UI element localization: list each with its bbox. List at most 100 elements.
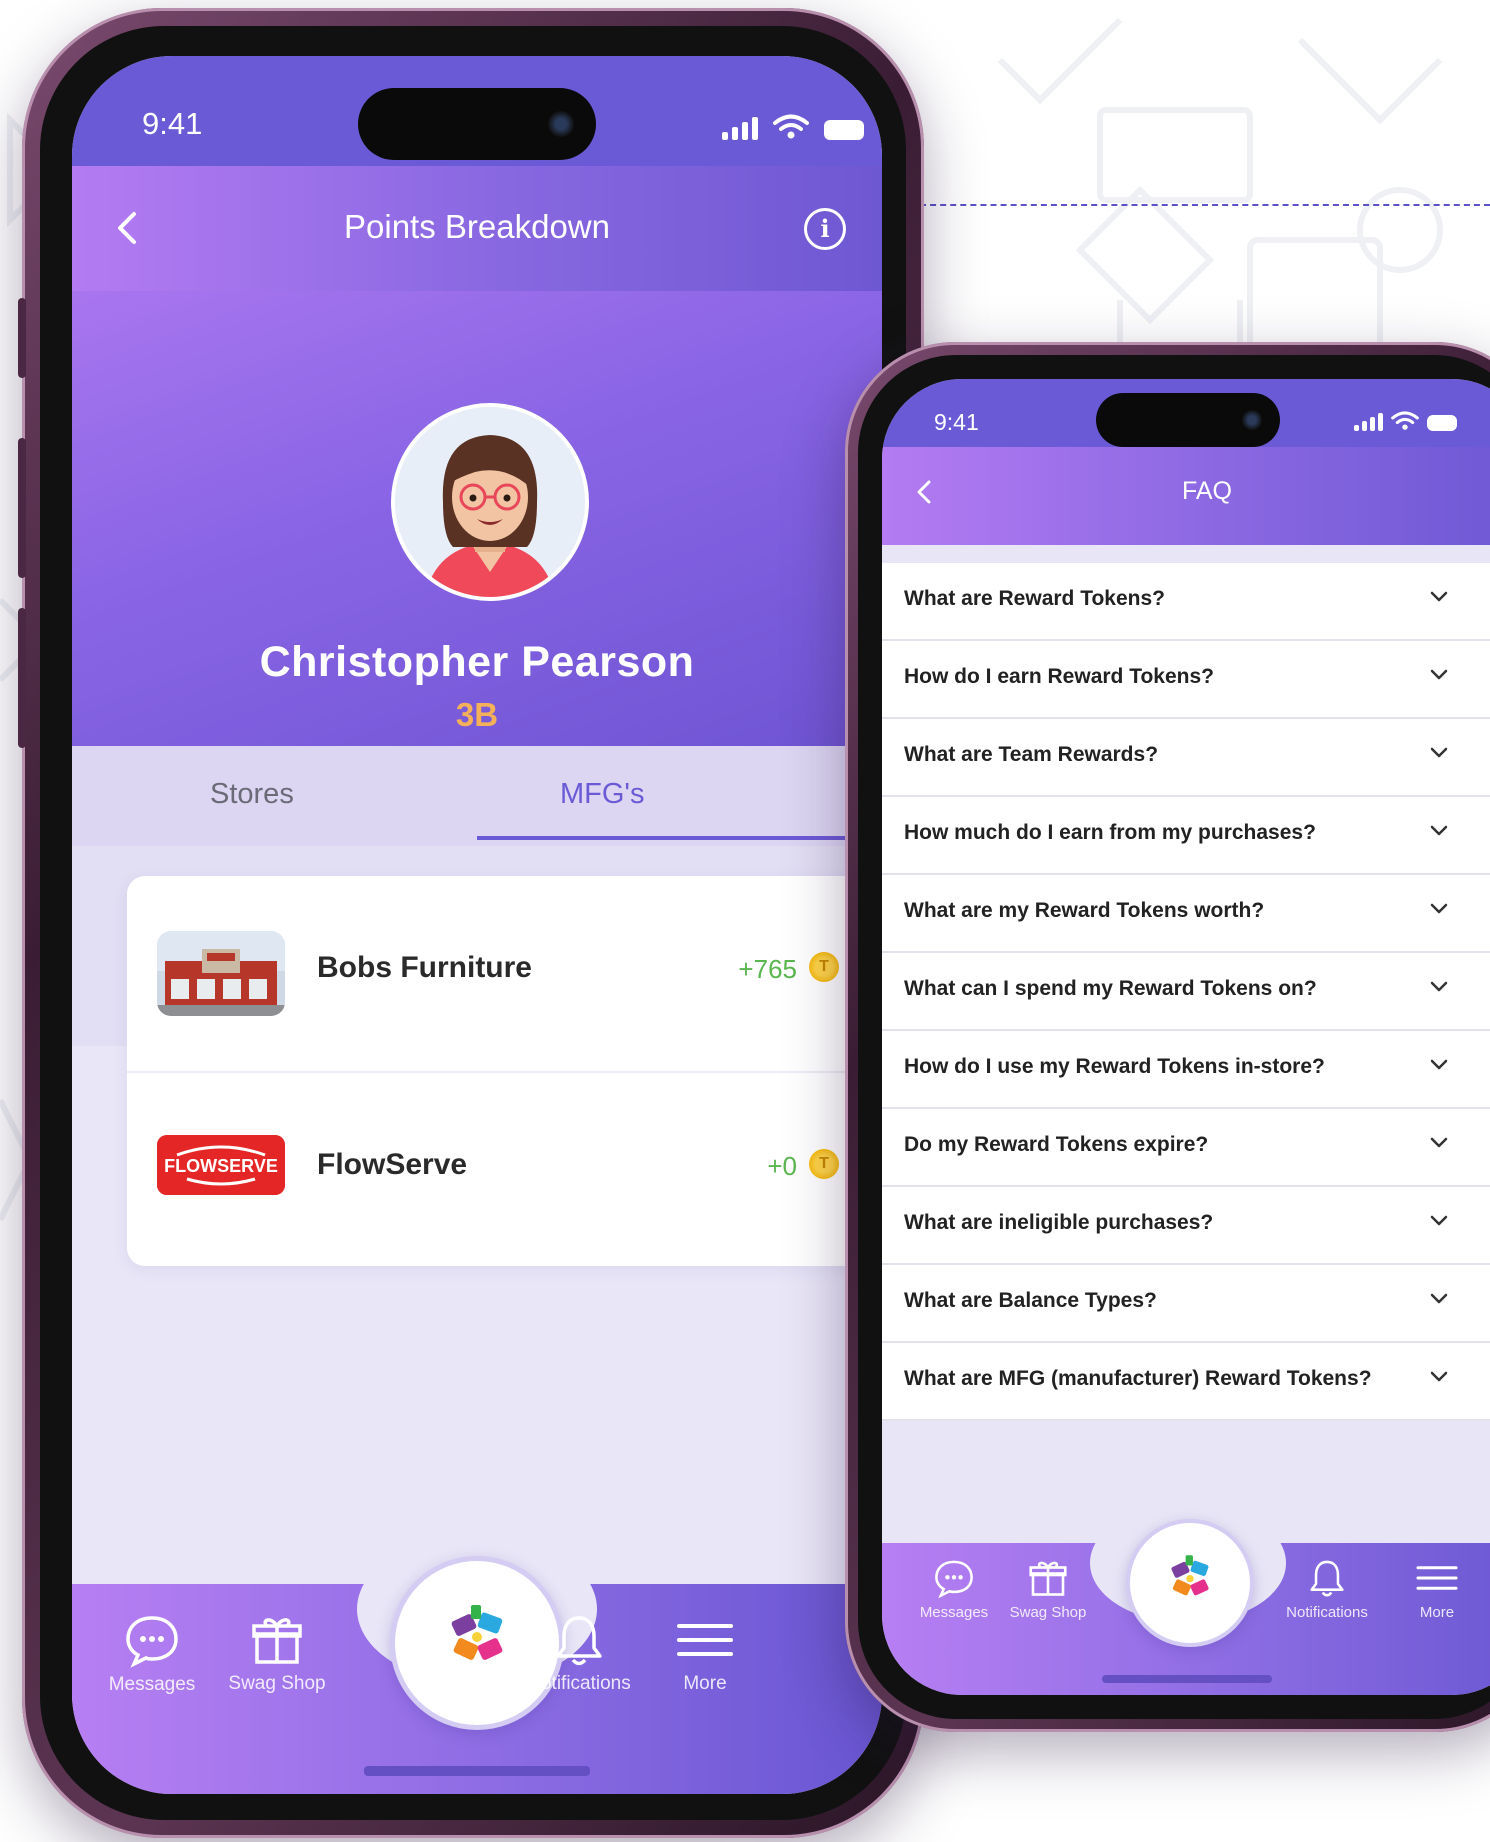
- chevron-down-icon[interactable]: [1428, 1365, 1450, 1387]
- points-value: +765: [738, 954, 797, 984]
- nav-label: Swag Shop: [228, 1673, 326, 1694]
- token-coin-icon: T: [809, 1149, 839, 1179]
- faq-question: What are MFG (manufacturer) Reward Token…: [904, 1367, 1372, 1390]
- nav-messages[interactable]: Messages: [102, 1612, 202, 1696]
- faq-item[interactable]: What are my Reward Tokens worth?: [882, 875, 1490, 953]
- status-time: 9:41: [142, 106, 203, 141]
- chevron-down-icon[interactable]: [1428, 1131, 1450, 1153]
- faq-item[interactable]: What are Balance Types?: [882, 1265, 1490, 1343]
- faq-item[interactable]: What are MFG (manufacturer) Reward Token…: [882, 1343, 1490, 1421]
- status-bar: 9:41: [72, 56, 882, 166]
- faq-question: What are my Reward Tokens worth?: [904, 899, 1265, 922]
- svg-text:FLOWSERVE: FLOWSERVE: [164, 1156, 278, 1176]
- nav-notifications[interactable]: Notifications: [1262, 1557, 1392, 1621]
- active-tab-indicator: [477, 836, 882, 840]
- app-bar: FAQ: [882, 447, 1490, 545]
- points-list: Bobs Furniture +765 T FLOWSERVE FlowServ…: [127, 876, 867, 1266]
- home-indicator: [1102, 1675, 1272, 1683]
- faq-item[interactable]: What are Team Rewards?: [882, 719, 1490, 797]
- menu-lines-icon: [677, 1624, 733, 1656]
- nav-swag-shop[interactable]: Swag Shop: [998, 1557, 1098, 1621]
- camera-icon: [548, 111, 574, 137]
- home-logo-button[interactable]: [1126, 1519, 1254, 1647]
- status-time: 9:41: [934, 409, 979, 435]
- faq-list: What are Reward Tokens? How do I earn Re…: [882, 563, 1490, 1421]
- faq-item[interactable]: How do I use my Reward Tokens in-store?: [882, 1031, 1490, 1109]
- faq-question: What can I spend my Reward Tokens on?: [904, 977, 1317, 1000]
- nav-messages[interactable]: Messages: [904, 1557, 1004, 1621]
- nav-notifications[interactable]: Notifications: [504, 1612, 654, 1695]
- bell-icon: [556, 1616, 602, 1666]
- tab-mfgs[interactable]: MFG's: [560, 778, 644, 811]
- nav-label: Notifications: [1286, 1604, 1368, 1621]
- info-icon[interactable]: i: [804, 208, 846, 250]
- gift-icon: [252, 1618, 302, 1664]
- chevron-down-icon[interactable]: [1428, 741, 1450, 763]
- dynamic-island: [1096, 393, 1280, 447]
- nav-swag-shop[interactable]: Swag Shop: [222, 1612, 332, 1695]
- phone-side-button: [18, 438, 26, 578]
- faq-question: Do my Reward Tokens expire?: [904, 1133, 1209, 1156]
- chevron-down-icon[interactable]: [1428, 1053, 1450, 1075]
- bell-icon: [1310, 1560, 1344, 1597]
- signal-icon: [1354, 413, 1383, 431]
- tab-bar: Stores MFG's: [72, 746, 882, 846]
- chevron-down-icon[interactable]: [1428, 897, 1450, 919]
- faq-item[interactable]: What can I spend my Reward Tokens on?: [882, 953, 1490, 1031]
- connector-dashed-line: [920, 204, 1490, 206]
- list-item[interactable]: Bobs Furniture +765 T: [127, 876, 867, 1071]
- token-coin-icon: T: [809, 952, 839, 982]
- faq-item[interactable]: How much do I earn from my purchases?: [882, 797, 1490, 875]
- profile-header: Points Breakdown i Christopher Pearson 3…: [72, 166, 882, 1046]
- nav-label: More: [1419, 1604, 1455, 1621]
- faq-item[interactable]: How do I earn Reward Tokens?: [882, 641, 1490, 719]
- bottom-nav: Messages Swag Shop Notifications More: [882, 1503, 1490, 1695]
- chevron-down-icon[interactable]: [1428, 1209, 1450, 1231]
- nav-label: More: [683, 1673, 727, 1694]
- faq-question: What are Balance Types?: [904, 1289, 1157, 1312]
- signal-icon: [722, 117, 758, 140]
- faq-item[interactable]: What are ineligible purchases?: [882, 1187, 1490, 1265]
- page-title: Points Breakdown: [344, 208, 610, 245]
- phone-side-button: [18, 608, 26, 748]
- faq-question: How do I use my Reward Tokens in-store?: [904, 1055, 1325, 1078]
- flowserve-logo: FLOWSERVE: [157, 1135, 285, 1195]
- avatar: [391, 403, 589, 601]
- app-bar: Points Breakdown i: [72, 166, 882, 291]
- bottom-nav: Messages Swag Shop Notifications More: [72, 1534, 882, 1794]
- status-icons: [1354, 411, 1457, 431]
- faq-question: What are ineligible purchases?: [904, 1211, 1214, 1234]
- nav-more[interactable]: More: [1402, 1557, 1472, 1621]
- nav-label: Messages: [919, 1604, 989, 1621]
- chat-bubble-icon: [126, 1616, 178, 1668]
- chevron-down-icon[interactable]: [1428, 975, 1450, 997]
- nav-label: Swag Shop: [1009, 1604, 1087, 1621]
- store-logo: [157, 931, 285, 1016]
- nav-more[interactable]: More: [660, 1612, 750, 1695]
- phone-frame-points: 9:41 Points Breakdown i Christopher Pear…: [18, 8, 924, 1838]
- tab-stores[interactable]: Stores: [210, 778, 294, 811]
- chevron-down-icon[interactable]: [1428, 819, 1450, 841]
- flowserve-logo-image: FLOWSERVE: [157, 1135, 285, 1195]
- wifi-icon: [1391, 411, 1419, 430]
- faq-question: What are Team Rewards?: [904, 743, 1159, 766]
- nav-label: Notifications: [527, 1673, 631, 1694]
- faq-screen: 9:41 FAQ What are Reward Tokens? How do …: [882, 379, 1490, 1695]
- faq-question: How do I earn Reward Tokens?: [904, 665, 1214, 688]
- chevron-down-icon[interactable]: [1428, 585, 1450, 607]
- phone-side-button: [18, 298, 26, 378]
- dynamic-island: [358, 88, 596, 160]
- points-screen: 9:41 Points Breakdown i Christopher Pear…: [72, 56, 882, 1794]
- status-bar: 9:41: [882, 379, 1490, 447]
- chevron-down-icon[interactable]: [1428, 1287, 1450, 1309]
- app-logo-icon: [1132, 1525, 1248, 1641]
- phone-frame-faq: 9:41 FAQ What are Reward Tokens? How do …: [845, 342, 1490, 1732]
- faq-question: How much do I earn from my purchases?: [904, 821, 1316, 844]
- avatar-illustration: [395, 407, 585, 597]
- storefront-image: [157, 931, 285, 1016]
- list-item[interactable]: FLOWSERVE FlowServe +0 T: [127, 1071, 867, 1268]
- gift-icon: [1029, 1561, 1067, 1596]
- faq-item[interactable]: Do my Reward Tokens expire?: [882, 1109, 1490, 1187]
- faq-item[interactable]: What are Reward Tokens?: [882, 563, 1490, 641]
- chevron-down-icon[interactable]: [1428, 663, 1450, 685]
